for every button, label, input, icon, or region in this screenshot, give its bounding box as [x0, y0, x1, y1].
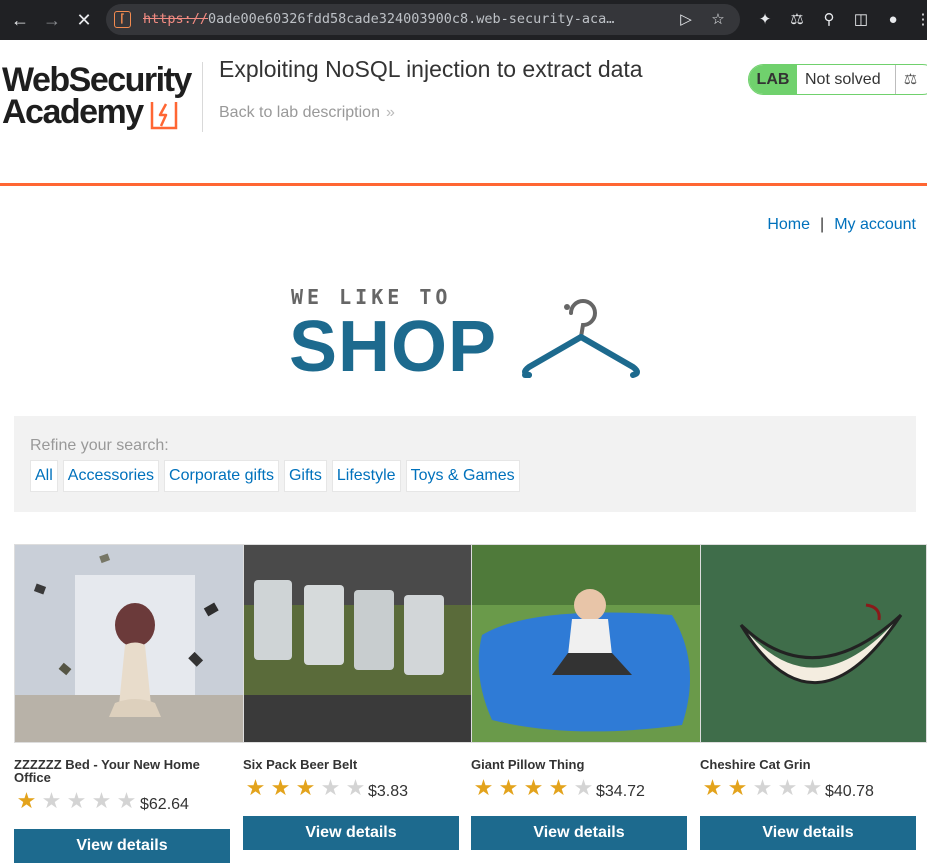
url-scheme: https://: [143, 11, 209, 27]
product-price: $3.83: [368, 783, 409, 800]
lab-title: Exploiting NoSQL injection to extract da…: [219, 56, 643, 82]
star-empty-icon: ★: [802, 775, 823, 800]
filter-gifts[interactable]: Gifts: [283, 460, 327, 492]
star-empty-icon: ★: [752, 775, 773, 800]
product-rating: ★ ★ ★ ★ ★: [243, 776, 368, 800]
product-name: Giant Pillow Thing: [471, 757, 585, 772]
star-filled-icon: ★: [295, 775, 316, 800]
zoom-search-icon[interactable]: ⚲: [819, 9, 839, 31]
lab-status-badge: LAB Not solved ⚖: [748, 64, 927, 95]
refine-search-label: Refine your search:: [30, 437, 169, 454]
star-empty-icon: ★: [320, 775, 341, 800]
star-filled-icon: ★: [245, 775, 266, 800]
product-image[interactable]: [14, 544, 244, 743]
side-panel-icon[interactable]: ◫: [851, 9, 871, 31]
star-filled-icon: ★: [702, 775, 723, 800]
product-image[interactable]: [700, 544, 927, 743]
back-to-lab-description-link[interactable]: Back to lab description »: [219, 104, 395, 122]
browser-toolbar: ← → ✕ ⌈ https://0ade00e60326fdd58cade324…: [0, 0, 927, 40]
product-image[interactable]: [471, 544, 701, 743]
star-filled-icon: ★: [548, 775, 569, 800]
star-empty-icon: ★: [66, 788, 87, 813]
filter-accessories[interactable]: Accessories: [62, 460, 160, 492]
lab-status-text: Not solved: [805, 71, 881, 88]
web-security-academy-logo[interactable]: WebSecurity Academy: [0, 62, 200, 134]
header-divider: [202, 62, 203, 132]
send-tab-icon[interactable]: ▷: [676, 10, 696, 30]
product-grid: ZZZZZZ Bed - Your New Home Office ★ ★ ★ …: [14, 544, 927, 866]
view-details-button[interactable]: View details: [14, 829, 230, 863]
product-price: $34.72: [596, 783, 645, 800]
academy-header: WebSecurity Academy Exploiting NoSQL inj…: [0, 40, 927, 186]
star-filled-icon: ★: [16, 788, 37, 813]
account-nav: Home | My account: [767, 216, 916, 234]
labs-flask-icon[interactable]: ⚖: [787, 9, 807, 31]
refine-search-panel: Refine your search: All Accessories Corp…: [14, 416, 916, 512]
forward-arrow-icon[interactable]: →: [40, 8, 64, 32]
bookmark-star-icon[interactable]: ☆: [708, 10, 728, 30]
extensions-puzzle-icon[interactable]: ✦: [755, 9, 775, 31]
filter-toys-games[interactable]: Toys & Games: [405, 460, 520, 492]
back-link-label: Back to lab description: [219, 104, 380, 121]
stop-loading-icon[interactable]: ✕: [72, 8, 96, 32]
view-details-button[interactable]: View details: [700, 816, 916, 850]
star-empty-icon: ★: [345, 775, 366, 800]
star-filled-icon: ★: [523, 775, 544, 800]
star-empty-icon: ★: [777, 775, 798, 800]
filter-all[interactable]: All: [30, 460, 58, 492]
star-empty-icon: ★: [573, 775, 594, 800]
product-name: Cheshire Cat Grin: [700, 757, 811, 772]
star-filled-icon: ★: [270, 775, 291, 800]
filter-corporate-gifts[interactable]: Corporate gifts: [164, 460, 279, 492]
my-account-link[interactable]: My account: [834, 216, 916, 233]
profile-icon[interactable]: ●: [883, 9, 903, 31]
product-name: ZZZZZZ Bed - Your New Home Office: [14, 757, 200, 785]
product-price: $40.78: [825, 783, 874, 800]
filter-lifestyle[interactable]: Lifestyle: [331, 460, 401, 492]
view-details-button[interactable]: View details: [243, 816, 459, 850]
logo-line2: Academy: [2, 93, 144, 131]
nav-separator: |: [820, 216, 825, 233]
shop-logo-tagline: WE LIKE TO: [291, 285, 452, 309]
star-empty-icon: ★: [91, 788, 112, 813]
star-empty-icon: ★: [41, 788, 62, 813]
shop-logo-wordmark: SHOP: [289, 307, 498, 387]
home-link[interactable]: Home: [767, 216, 810, 233]
url-host: 0ade00e60326fdd58cade324003900c8.web-sec…: [208, 11, 615, 27]
logo-bolt-icon: [150, 102, 178, 130]
site-info-icon[interactable]: ⌈: [114, 11, 131, 28]
product-name: Six Pack Beer Belt: [243, 757, 358, 772]
star-filled-icon: ★: [727, 775, 748, 800]
view-details-button[interactable]: View details: [471, 816, 687, 850]
flask-icon: ⚖: [895, 65, 925, 94]
hanger-icon: [522, 299, 640, 378]
double-chevron-icon: »: [385, 104, 395, 121]
product-price: $62.64: [140, 796, 189, 813]
star-empty-icon: ★: [116, 788, 137, 813]
back-arrow-icon[interactable]: ←: [8, 8, 32, 32]
star-filled-icon: ★: [473, 775, 494, 800]
address-bar[interactable]: ⌈ https://0ade00e60326fdd58cade324003900…: [106, 4, 740, 35]
menu-kebab-icon[interactable]: ⋮: [913, 9, 927, 31]
star-filled-icon: ★: [498, 775, 519, 800]
product-rating: ★ ★ ★ ★ ★: [700, 776, 825, 800]
lab-label: LAB: [749, 65, 797, 94]
product-rating: ★ ★ ★ ★ ★: [14, 789, 139, 813]
product-rating: ★ ★ ★ ★ ★: [471, 776, 596, 800]
product-image[interactable]: [243, 544, 473, 743]
shop-logo: WE LIKE TO SHOP: [289, 285, 641, 387]
url-text[interactable]: https://0ade00e60326fdd58cade324003900c8…: [143, 11, 673, 27]
category-filters: All Accessories Corporate gifts Gifts Li…: [30, 460, 520, 492]
